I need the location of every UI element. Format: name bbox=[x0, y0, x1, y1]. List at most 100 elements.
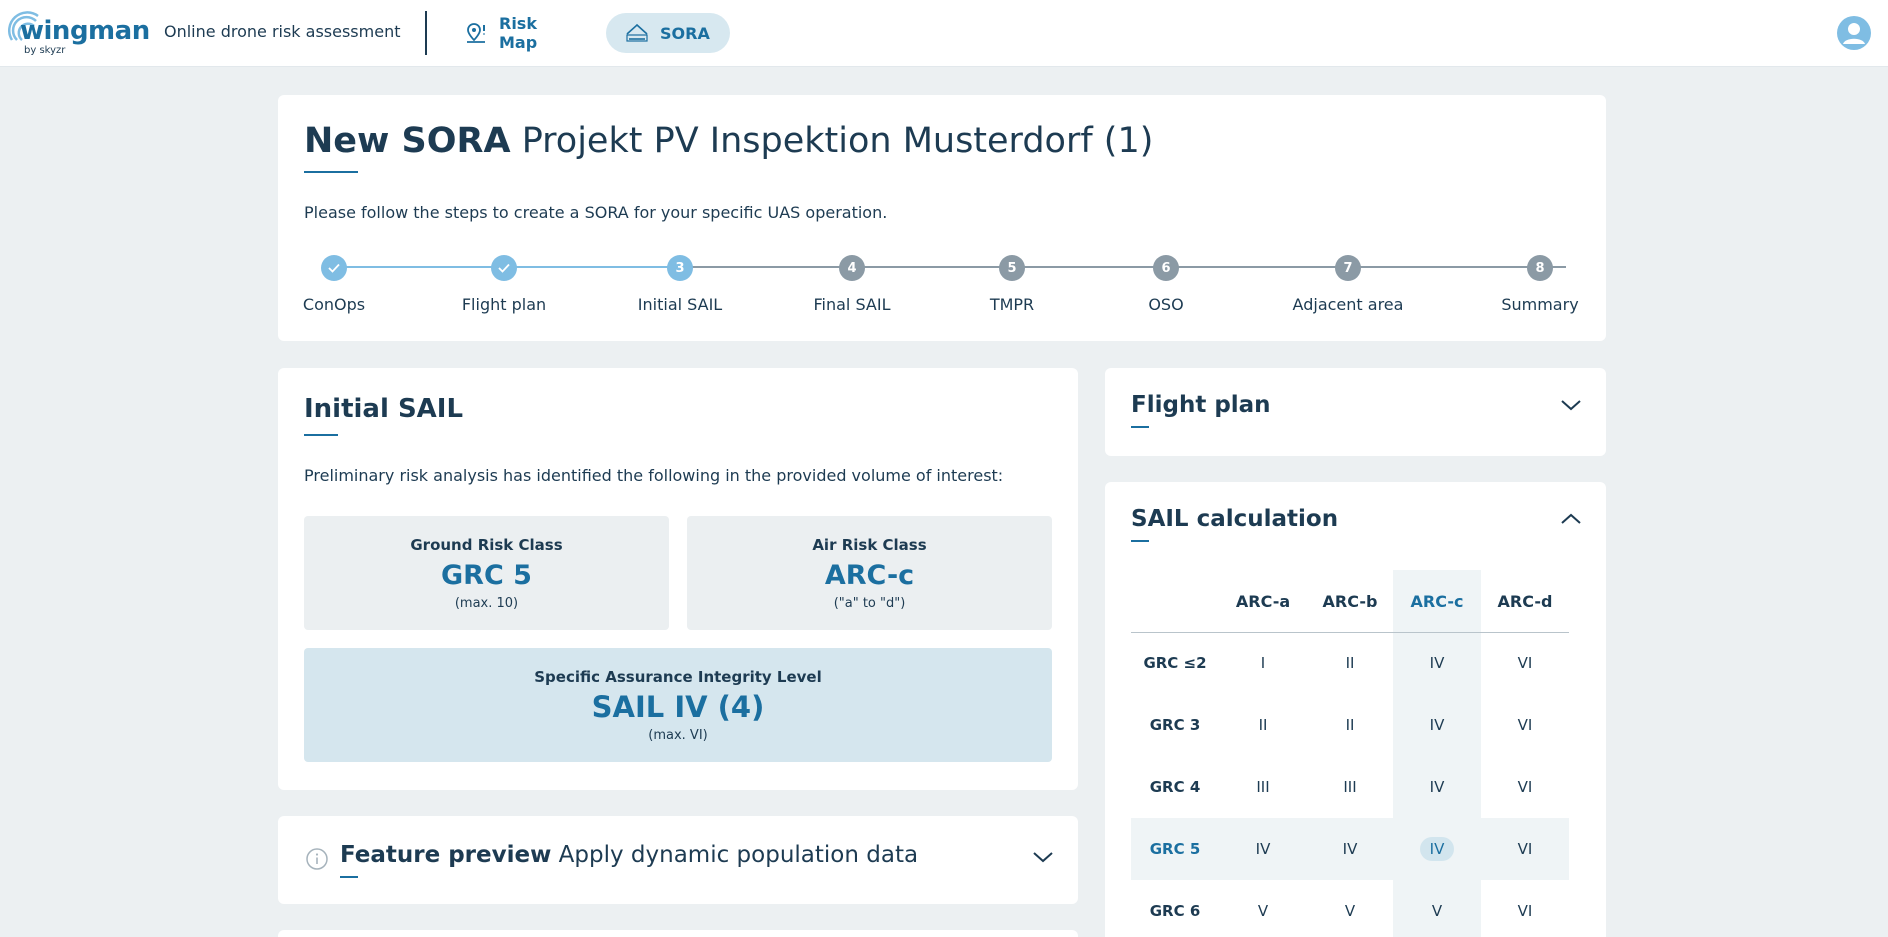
intro-text: Please follow the steps to create a SORA… bbox=[304, 203, 888, 222]
project-header-card: New SORA Projekt PV Inspektion Musterdor… bbox=[278, 95, 1606, 341]
selected-sail-pill: IV bbox=[1419, 837, 1455, 861]
row-header: GRC 4 bbox=[1149, 778, 1201, 796]
step-5-label[interactable]: TMPR bbox=[990, 295, 1034, 314]
table-cell: II bbox=[1258, 716, 1268, 734]
step-2-label[interactable]: Flight plan bbox=[462, 295, 546, 314]
page-title-bold: New SORA bbox=[304, 121, 511, 161]
logo-word: wingman bbox=[20, 16, 150, 46]
col-header: ARC-b bbox=[1322, 591, 1378, 611]
step-1-label[interactable]: ConOps bbox=[303, 295, 365, 314]
table-cell: I bbox=[1260, 654, 1266, 672]
step-6-label[interactable]: OSO bbox=[1148, 295, 1183, 314]
arc-value: ARC-c bbox=[824, 560, 915, 591]
next-card-edge bbox=[278, 930, 1078, 937]
table-cell: VI bbox=[1517, 840, 1533, 858]
step-5-dot[interactable]: 5 bbox=[999, 255, 1025, 281]
ground-risk-class-box: Ground Risk Class GRC 5 (max. 10) bbox=[304, 516, 669, 630]
sora-icon bbox=[626, 23, 648, 42]
table-cell: IV bbox=[1255, 840, 1271, 858]
sail-level-box: Specific Assurance Integrity Level SAIL … bbox=[304, 648, 1052, 762]
page-title-rest: Projekt PV Inspektion Musterdorf (1) bbox=[510, 121, 1154, 161]
logo-sub: by skyzr bbox=[24, 45, 66, 56]
table-cell: III bbox=[1256, 778, 1270, 796]
row-header: GRC 3 bbox=[1149, 716, 1201, 734]
step-4-label[interactable]: Final SAIL bbox=[814, 295, 891, 314]
sail-note: (max. VI) bbox=[648, 728, 708, 743]
table-cell: IV bbox=[1429, 654, 1445, 672]
grc-label: Ground Risk Class bbox=[410, 536, 563, 554]
nav-tab-risk-map[interactable]: Risk Map bbox=[447, 13, 587, 53]
col-header: ARC-c bbox=[1410, 591, 1464, 611]
air-risk-class-box: Air Risk Class ARC-c ("a" to "d") bbox=[687, 516, 1052, 630]
avatar-svg bbox=[1837, 16, 1871, 50]
table-cell: IV bbox=[1429, 716, 1445, 734]
user-avatar-icon[interactable] bbox=[1836, 15, 1872, 51]
col-header: ARC-a bbox=[1235, 591, 1291, 611]
step-2-dot[interactable] bbox=[491, 255, 517, 281]
sail-matrix-table: ARC-a ARC-b ARC-c ARC-d GRC ≤2 I II IV V… bbox=[1131, 570, 1569, 937]
table-cell: VI bbox=[1517, 716, 1533, 734]
row-header-highlighted: GRC 5 bbox=[1149, 840, 1201, 858]
col-header: ARC-d bbox=[1497, 591, 1553, 611]
check-icon bbox=[328, 263, 340, 273]
table-cell: IV bbox=[1342, 840, 1358, 858]
initial-sail-card: Initial SAIL Preliminary risk analysis h… bbox=[278, 368, 1078, 790]
feature-preview-underline bbox=[340, 876, 358, 878]
selected-cell: IV bbox=[1393, 818, 1481, 880]
step-4-dot[interactable]: 4 bbox=[839, 255, 865, 281]
row-header: GRC ≤2 bbox=[1143, 654, 1207, 672]
initial-sail-title: Initial SAIL bbox=[304, 394, 464, 424]
feature-preview-rest: Apply dynamic population data bbox=[551, 842, 919, 868]
step-1-dot[interactable] bbox=[321, 255, 347, 281]
table-cell: II bbox=[1345, 654, 1355, 672]
arc-note: ("a" to "d") bbox=[833, 596, 906, 611]
title-underline bbox=[304, 171, 358, 173]
check-icon bbox=[498, 263, 510, 273]
flight-plan-title: Flight plan bbox=[1131, 392, 1271, 418]
table-cell: V bbox=[1257, 902, 1269, 920]
initial-sail-underline bbox=[304, 434, 338, 436]
nav-tab-risk-map-label: Risk Map bbox=[499, 14, 538, 52]
step-7-label[interactable]: Adjacent area bbox=[1293, 295, 1404, 314]
info-icon bbox=[306, 848, 328, 870]
table-cell: IV bbox=[1429, 778, 1445, 796]
step-line-done bbox=[334, 266, 510, 268]
nav-divider bbox=[425, 11, 427, 55]
flight-plan-panel[interactable]: Flight plan bbox=[1105, 368, 1606, 456]
chevron-down-icon[interactable] bbox=[1560, 398, 1582, 412]
app-subtitle: Online drone risk assessment bbox=[164, 22, 401, 41]
table-cell: VI bbox=[1517, 902, 1533, 920]
step-3-label[interactable]: Initial SAIL bbox=[638, 295, 722, 314]
initial-sail-description: Preliminary risk analysis has identified… bbox=[304, 466, 1004, 485]
arc-label: Air Risk Class bbox=[812, 536, 927, 554]
nav-tab-sora[interactable]: SORA bbox=[606, 13, 730, 53]
step-6-dot[interactable]: 6 bbox=[1153, 255, 1179, 281]
sail-value: SAIL IV (4) bbox=[591, 690, 765, 724]
page-title: New SORA Projekt PV Inspektion Musterdor… bbox=[304, 121, 1153, 161]
grc-note: (max. 10) bbox=[454, 596, 519, 611]
sail-label: Specific Assurance Integrity Level bbox=[534, 668, 822, 686]
feature-preview-card[interactable]: Feature preview Apply dynamic population… bbox=[278, 816, 1078, 904]
table-cell: III bbox=[1343, 778, 1357, 796]
table-cell: V bbox=[1431, 902, 1443, 920]
chevron-up-icon[interactable] bbox=[1560, 512, 1582, 526]
wingman-logo[interactable]: wingman by skyzr bbox=[8, 10, 150, 58]
feature-preview-title: Feature preview Apply dynamic population… bbox=[340, 842, 918, 868]
top-bar: wingman by skyzr Online drone risk asses… bbox=[0, 0, 1888, 67]
chevron-down-icon[interactable] bbox=[1032, 850, 1054, 864]
table-cell: II bbox=[1345, 716, 1355, 734]
sail-calc-underline bbox=[1131, 540, 1149, 542]
nav-tab-sora-label: SORA bbox=[660, 23, 710, 43]
step-8-label[interactable]: Summary bbox=[1501, 295, 1578, 314]
grc-value: GRC 5 bbox=[441, 560, 532, 591]
step-7-dot[interactable]: 7 bbox=[1335, 255, 1361, 281]
step-line-done bbox=[510, 266, 686, 268]
stepper: 3 4 5 6 7 8 ConOps Flight plan Initial S… bbox=[303, 251, 1584, 321]
table-cell: VI bbox=[1517, 778, 1533, 796]
map-pin-icon bbox=[467, 23, 485, 43]
feature-preview-bold: Feature preview bbox=[340, 842, 552, 868]
step-8-dot[interactable]: 8 bbox=[1527, 255, 1553, 281]
table-cell: V bbox=[1344, 902, 1356, 920]
step-3-dot[interactable]: 3 bbox=[667, 255, 693, 281]
step-line-todo bbox=[686, 266, 1566, 268]
